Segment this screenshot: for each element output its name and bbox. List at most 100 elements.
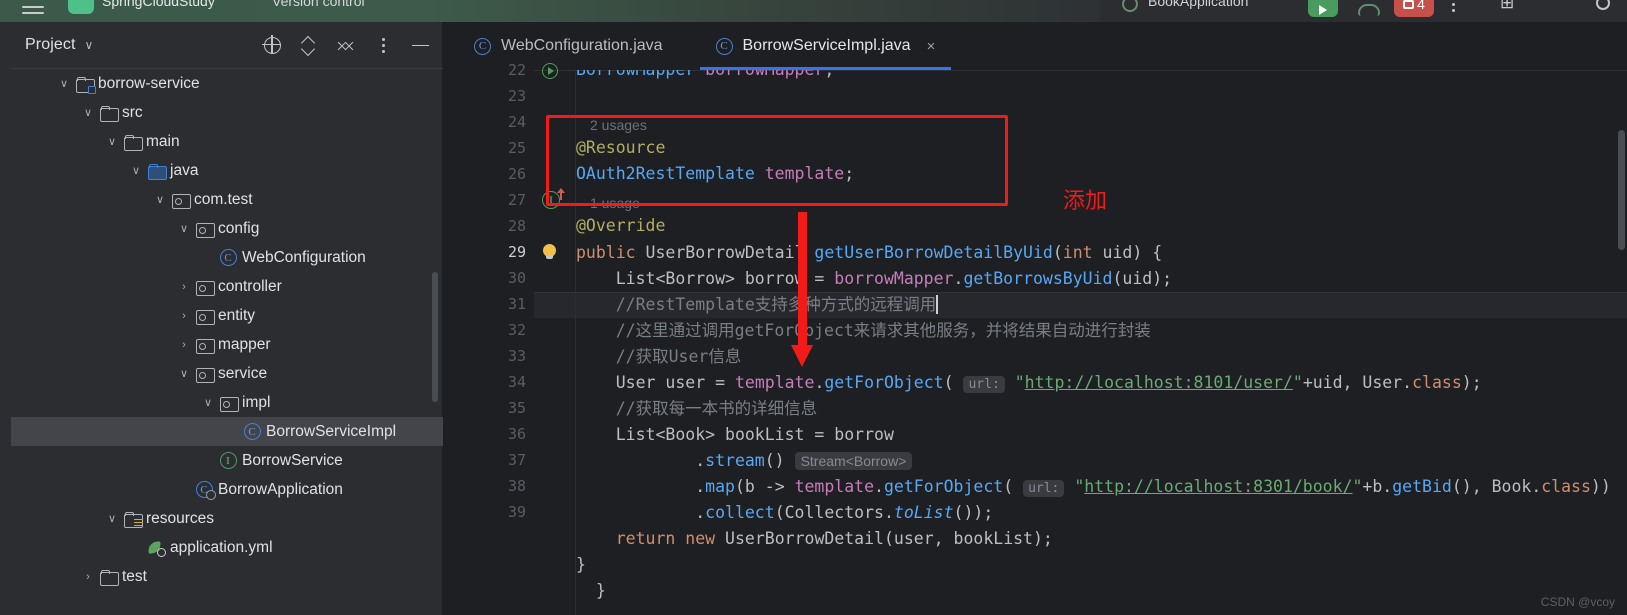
chevron-down-icon[interactable]: ∨ xyxy=(85,38,94,52)
run-icon[interactable] xyxy=(1308,0,1338,17)
tree-expand-arrow[interactable]: › xyxy=(175,484,193,496)
gutter-line-number-34[interactable]: 34 xyxy=(444,369,534,395)
usage-hint-line-24[interactable]: 2 usages xyxy=(590,117,647,133)
debug-icon[interactable] xyxy=(1355,0,1381,17)
tree-item-borrow-service[interactable]: ∨ borrow-service xyxy=(11,69,443,98)
gutter-line-number-24[interactable]: 24 xyxy=(444,109,534,135)
gutter-line-number-30[interactable]: 30 xyxy=(444,265,534,291)
project-tree-scrollbar[interactable] xyxy=(432,272,438,402)
project-name-label[interactable]: SpringCloudStudy xyxy=(102,0,215,14)
tree-expand-arrow[interactable]: › xyxy=(223,426,241,438)
gutter-line-number-27[interactable]: 27 xyxy=(444,187,534,213)
gutter-line-number-29[interactable]: 29 xyxy=(444,239,534,265)
hamburger-icon[interactable] xyxy=(22,0,44,14)
add-user-icon[interactable]: ⊞ xyxy=(1500,0,1514,16)
gutter-line-number-38[interactable]: 38 xyxy=(444,473,534,499)
editor-gutter[interactable]: 22 23 24 25 26 27 28 29 30 31 32 33 34 35 36 37 38 39 xyxy=(444,61,534,615)
tree-expand-arrow[interactable]: › xyxy=(79,571,97,583)
tree-item-src[interactable]: ∨ src xyxy=(11,98,443,127)
tree-expand-arrow[interactable]: › xyxy=(175,310,193,322)
tree-item-application-yml[interactable]: › application.yml xyxy=(11,533,443,562)
tree-expand-arrow[interactable]: ∨ xyxy=(79,106,97,119)
resources-folder-icon xyxy=(123,511,143,528)
tree-item-java[interactable]: ∨ java xyxy=(11,156,443,185)
tree-item-com-test[interactable]: ∨ com.test xyxy=(11,185,443,214)
code-content[interactable]: BorrowMapper borrowMapper; 2 usages @Res… xyxy=(576,70,1627,615)
tree-item-borrowservice[interactable]: ›I BorrowService xyxy=(11,446,443,475)
tree-expand-arrow[interactable]: › xyxy=(175,339,193,351)
java-class-icon: C xyxy=(219,249,237,266)
gutter-line-number-37[interactable]: 37 xyxy=(444,447,534,473)
gutter-line-number-23[interactable]: 23 xyxy=(444,83,534,109)
tree-expand-arrow[interactable]: ∨ xyxy=(103,512,121,525)
gutter-line-number-22[interactable]: 22 xyxy=(444,57,534,83)
code-line-24: @Resource xyxy=(576,138,666,157)
editor-vertical-scrollbar[interactable] xyxy=(1618,130,1625,250)
collapse-all-icon[interactable] xyxy=(338,37,355,54)
tree-item-entity[interactable]: › entity xyxy=(11,301,443,330)
tree-expand-arrow[interactable]: ∨ xyxy=(127,164,145,177)
code-line-22: BorrowMapper borrowMapper; xyxy=(576,70,834,83)
tree-expand-arrow[interactable]: › xyxy=(199,252,217,264)
run-gutter-icon[interactable] xyxy=(542,63,558,79)
gutter-icon-column[interactable]: I xyxy=(534,63,576,615)
tree-item-label: controller xyxy=(218,277,282,295)
tree-item-resources[interactable]: ∨ resources xyxy=(11,504,443,533)
editor-tab-borrowserviceimpl-java[interactable]: C BorrowServiceImpl.java × xyxy=(699,22,952,70)
gutter-line-number-31[interactable]: 31 xyxy=(444,291,534,317)
gutter-line-number-35[interactable]: 35 xyxy=(444,395,534,421)
tree-expand-arrow[interactable]: › xyxy=(127,542,145,554)
gutter-line-number-25[interactable]: 25 xyxy=(444,135,534,161)
tree-expand-arrow[interactable]: ∨ xyxy=(175,367,193,380)
expand-all-icon[interactable] xyxy=(301,37,318,54)
close-icon[interactable]: × xyxy=(927,38,936,55)
gutter-line-number-32[interactable]: 32 xyxy=(444,317,534,343)
project-tree[interactable]: ∨ borrow-service ∨ src ∨ main ∨ java ∨ com.test ∨ c… xyxy=(11,69,443,615)
kebab-icon[interactable] xyxy=(1448,0,1458,16)
tree-expand-arrow[interactable]: ∨ xyxy=(55,77,73,90)
type-hint-stream[interactable]: Stream<Borrow> xyxy=(794,452,913,470)
annotation-arrow xyxy=(791,212,814,367)
tree-item-service[interactable]: ∨ service xyxy=(11,359,443,388)
tree-expand-arrow[interactable]: ∨ xyxy=(199,396,217,409)
tree-item-webconfiguration[interactable]: ›C WebConfiguration xyxy=(11,243,443,272)
gutter-line-number-28[interactable]: 28 xyxy=(444,213,534,239)
intention-bulb-icon[interactable] xyxy=(542,244,557,262)
tree-item-main[interactable]: ∨ main xyxy=(11,127,443,156)
tree-item-controller[interactable]: › controller xyxy=(11,272,443,301)
tree-expand-arrow[interactable]: › xyxy=(199,455,217,467)
gutter-line-number-26[interactable]: 26 xyxy=(444,161,534,187)
tree-item-label: impl xyxy=(242,393,271,411)
gutter-line-number-36[interactable]: 36 xyxy=(444,421,534,447)
error-count-badge[interactable]: 4 xyxy=(1394,0,1434,17)
locate-icon[interactable] xyxy=(262,34,281,54)
code-editor[interactable]: 222324252627282930313233343536373839 I B… xyxy=(444,61,1627,615)
run-configuration-label[interactable]: BookApplication xyxy=(1148,0,1248,14)
tree-item-test[interactable]: › test xyxy=(11,562,443,591)
version-control-label[interactable]: Version control xyxy=(272,0,365,14)
tree-item-label: test xyxy=(122,567,147,585)
tree-item-borrowapplication[interactable]: ›CBorrowApplication xyxy=(11,475,443,504)
usage-hint-line-26[interactable]: 1 usage xyxy=(590,195,640,211)
tree-item-config[interactable]: ∨ config xyxy=(11,214,443,243)
tree-item-mapper[interactable]: › mapper xyxy=(11,330,443,359)
tree-expand-arrow[interactable]: › xyxy=(175,281,193,293)
tree-item-impl[interactable]: ∨ impl xyxy=(11,388,443,417)
gutter-line-number-33[interactable]: 33 xyxy=(444,343,534,369)
code-line-28: List<Borrow> borrow = borrowMapper.getBo… xyxy=(576,269,1173,288)
tree-item-icon xyxy=(145,540,167,557)
code-line-32: User user = template.getForObject( url: … xyxy=(576,373,1482,393)
tree-expand-arrow[interactable]: ∨ xyxy=(151,193,169,206)
hide-icon[interactable] xyxy=(412,37,429,54)
search-icon[interactable] xyxy=(1596,0,1610,10)
gutter-line-number-39[interactable]: 39 xyxy=(444,499,534,525)
tree-expand-arrow[interactable]: ∨ xyxy=(103,135,121,148)
tree-item-icon xyxy=(193,280,215,296)
options-kebab-icon[interactable] xyxy=(375,37,392,54)
tree-item-borrowserviceimpl[interactable]: ›C BorrowServiceImpl xyxy=(11,417,443,446)
tree-expand-arrow[interactable]: ∨ xyxy=(175,222,193,235)
main-toolbar: SpringCloudStudy Version control BookApp… xyxy=(0,0,1627,22)
editor-tabs[interactable]: C WebConfiguration.java C BorrowServiceImpl… xyxy=(444,22,1627,70)
tree-item-icon xyxy=(193,367,215,383)
project-chip-icon[interactable] xyxy=(68,0,94,14)
